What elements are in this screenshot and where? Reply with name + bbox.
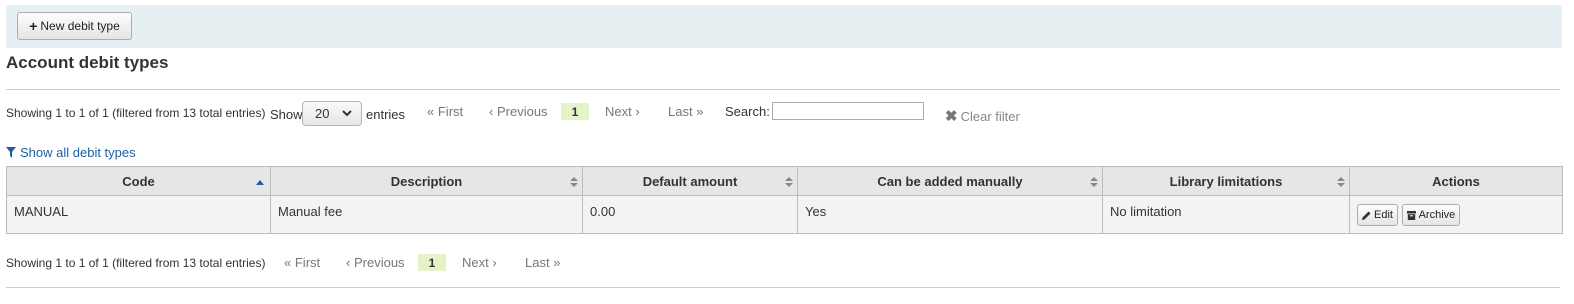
pager-last[interactable]: Last » — [668, 104, 703, 119]
new-debit-type-label: New debit type — [40, 19, 120, 33]
cell-actions: Edit Archive — [1349, 195, 1563, 234]
toolbar: + New debit type — [6, 5, 1562, 48]
pager-next-label: Next — [462, 255, 489, 270]
chevron-left-icon: ‹ — [346, 255, 351, 270]
pager-first-label: First — [294, 255, 321, 270]
column-header-label: Description — [390, 173, 463, 189]
edit-button[interactable]: Edit — [1357, 204, 1398, 226]
pager-current-page[interactable]: 1 — [561, 103, 589, 120]
pager-next[interactable]: Next › — [605, 104, 640, 119]
search-label: Search: — [725, 104, 770, 119]
show-label: Show — [270, 107, 303, 122]
edit-label: Edit — [1374, 209, 1393, 221]
column-header-can-be-added-manually[interactable]: Can be added manually — [797, 166, 1103, 196]
table-header-row: Code Description Default amount Can be a… — [6, 166, 1563, 196]
column-header-default-amount[interactable]: Default amount — [582, 166, 798, 196]
pager-previous-label: Previous — [353, 255, 405, 270]
page-length-select[interactable]: 20 — [302, 101, 362, 126]
column-header-code[interactable]: Code — [6, 166, 271, 196]
pager-first[interactable]: « First — [427, 104, 463, 119]
search-input[interactable] — [772, 102, 924, 120]
filter-icon — [6, 147, 16, 158]
double-right-icon: » — [696, 104, 704, 119]
cell-code: MANUAL — [6, 195, 271, 234]
table-row: MANUAL Manual fee 0.00 Yes No limitation… — [6, 195, 1563, 234]
pager-last-label: Last — [668, 104, 693, 119]
column-header-description[interactable]: Description — [270, 166, 583, 196]
double-right-icon: » — [553, 255, 561, 270]
cell-description: Manual fee — [270, 195, 583, 234]
page-length-value: 20 — [315, 106, 330, 121]
cell-library-limitations: No limitation — [1102, 195, 1350, 234]
column-header-label: Default amount — [642, 173, 738, 189]
sort-ascending-icon — [256, 180, 264, 185]
pager-previous[interactable]: ‹ Previous — [489, 104, 548, 119]
double-left-icon: « — [427, 104, 435, 119]
pager-first-bottom[interactable]: « First — [284, 255, 320, 270]
debit-types-table: Code Description Default amount Can be a… — [6, 166, 1563, 234]
show-all-link[interactable]: Show all debit types — [6, 145, 136, 160]
table-info: Showing 1 to 1 of 1 (filtered from 13 to… — [6, 106, 266, 120]
column-header-label: Library limitations — [1169, 173, 1283, 189]
plus-icon: + — [29, 18, 38, 34]
new-debit-type-button[interactable]: + New debit type — [17, 12, 132, 40]
cell-default-amount: 0.00 — [582, 195, 798, 234]
show-all-label: Show all debit types — [20, 145, 136, 160]
close-icon: ✖ — [945, 108, 958, 125]
chevron-right-icon: › — [635, 104, 640, 119]
divider — [6, 89, 1560, 90]
pager-last-bottom[interactable]: Last » — [525, 255, 560, 270]
clear-filter-button[interactable]: ✖ Clear filter — [945, 107, 1020, 125]
pager-next-bottom[interactable]: Next › — [462, 255, 497, 270]
sort-icon — [1337, 177, 1345, 187]
clear-filter-label: Clear filter — [960, 108, 1020, 124]
table-info-bottom: Showing 1 to 1 of 1 (filtered from 13 to… — [6, 256, 266, 270]
pager-next-label: Next — [605, 104, 632, 119]
page-title: Account debit types — [6, 53, 169, 72]
column-header-actions: Actions — [1349, 166, 1563, 196]
column-header-library-limitations[interactable]: Library limitations — [1102, 166, 1350, 196]
column-header-label: Actions — [1432, 173, 1480, 189]
chevron-right-icon: › — [492, 255, 497, 270]
entries-label: entries — [366, 107, 406, 122]
pager-first-label: First — [437, 104, 464, 119]
archive-label: Archive — [1418, 209, 1456, 221]
cell-can-be-added-manually: Yes — [797, 195, 1103, 234]
column-header-label: Code — [122, 173, 155, 189]
chevron-down-icon — [342, 110, 352, 117]
pager-current-page-bottom[interactable]: 1 — [418, 254, 446, 271]
divider — [6, 287, 1560, 288]
pencil-icon — [1362, 211, 1371, 220]
sort-icon — [570, 177, 578, 187]
pager-last-label: Last — [525, 255, 550, 270]
column-header-label: Can be added manually — [877, 173, 1023, 189]
sort-icon — [1090, 177, 1098, 187]
chevron-left-icon: ‹ — [489, 104, 494, 119]
archive-button[interactable]: Archive — [1401, 204, 1461, 226]
pager-previous-bottom[interactable]: ‹ Previous — [346, 255, 405, 270]
archive-icon — [1406, 210, 1416, 220]
sort-icon — [785, 177, 793, 187]
double-left-icon: « — [284, 255, 292, 270]
pager-previous-label: Previous — [496, 104, 548, 119]
